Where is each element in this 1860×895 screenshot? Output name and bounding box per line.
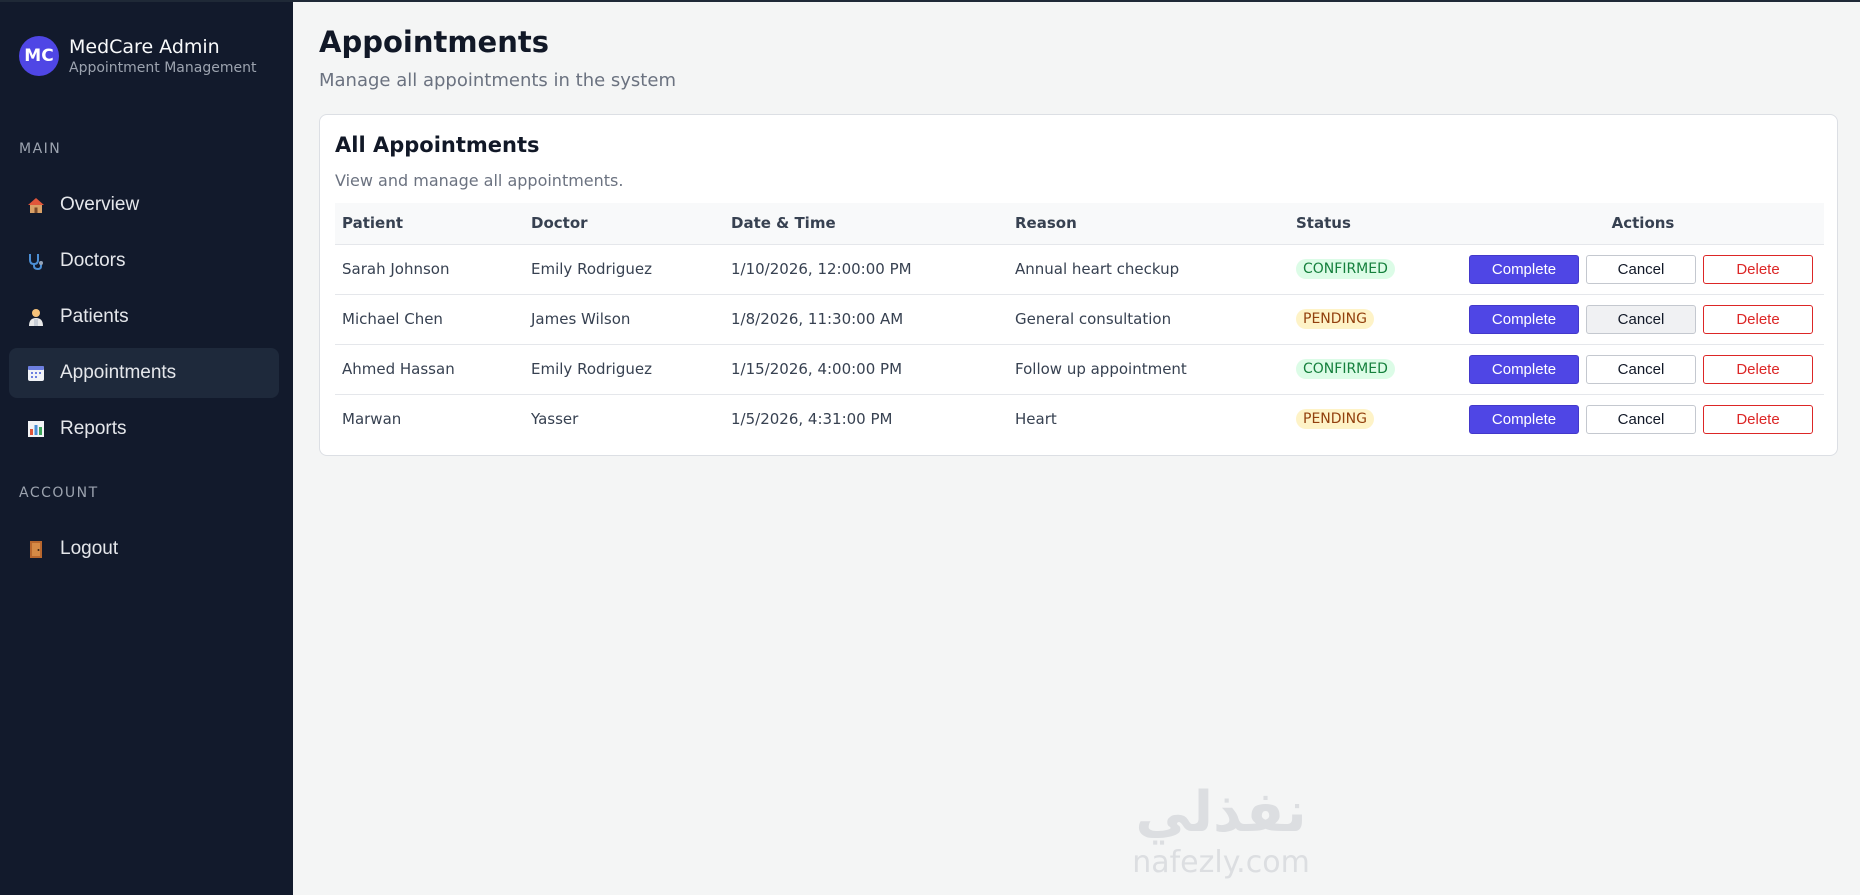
stethoscope-icon — [27, 252, 45, 270]
brand: MC MedCare Admin Appointment Management — [19, 35, 256, 77]
sidebar-item-overview[interactable]: Overview — [9, 180, 279, 230]
card-title: All Appointments — [335, 133, 540, 157]
sidebar-item-reports[interactable]: Reports — [9, 404, 279, 454]
table-row: Michael Chen James Wilson 1/8/2026, 11:3… — [335, 294, 1824, 344]
table-header-row: Patient Doctor Date & Time Reason Status… — [335, 203, 1824, 244]
complete-button[interactable]: Complete — [1469, 254, 1579, 284]
cell-patient: Marwan — [342, 410, 402, 429]
cell-patient: Ahmed Hassan — [342, 360, 455, 378]
delete-button[interactable]: Delete — [1703, 354, 1813, 384]
column-header-patient: Patient — [342, 214, 404, 233]
brand-subtitle: Appointment Management — [69, 60, 257, 76]
column-header-actions: Actions — [1611, 214, 1675, 233]
sidebar: MC MedCare Admin Appointment Management … — [0, 0, 293, 895]
logout-button[interactable]: Logout — [9, 524, 279, 574]
cell-datetime: 1/15/2026, 4:00:00 PM — [731, 360, 903, 378]
delete-button[interactable]: Delete — [1703, 254, 1813, 284]
watermark-latin: nafezly.com — [1132, 845, 1310, 880]
page-title: Appointments — [319, 25, 549, 59]
card-subtitle: View and manage all appointments. — [335, 171, 624, 190]
status-badge: PENDING — [1296, 409, 1374, 430]
row-actions: Complete Cancel Delete — [1469, 354, 1824, 384]
column-header-datetime: Date & Time — [731, 214, 836, 233]
watermark-arabic: نفذلي — [1135, 780, 1307, 845]
table-row: Ahmed Hassan Emily Rodriguez 1/15/2026, … — [335, 344, 1824, 394]
table-row: Sarah Johnson Emily Rodriguez 1/10/2026,… — [335, 244, 1824, 294]
page-subtitle: Manage all appointments in the system — [319, 70, 676, 91]
status-badge: CONFIRMED — [1296, 259, 1395, 279]
cell-reason: Heart — [1015, 410, 1057, 429]
cancel-button[interactable]: Cancel — [1586, 404, 1696, 434]
sidebar-item-label: Patients — [60, 306, 129, 327]
sidebar-item-label: Appointments — [60, 362, 177, 383]
sidebar-item-label: Overview — [60, 194, 140, 215]
table-row: Marwan Yasser 1/5/2026, 4:31:00 PM Heart… — [335, 394, 1824, 444]
status-badge: PENDING — [1296, 309, 1374, 329]
brand-title: MedCare Admin — [69, 36, 220, 58]
bar-chart-icon — [27, 420, 45, 438]
section-label-main: MAIN — [19, 141, 62, 157]
house-icon — [27, 196, 45, 214]
cell-doctor: James Wilson — [531, 310, 631, 328]
row-actions: Complete Cancel Delete — [1469, 304, 1824, 334]
cell-patient: Michael Chen — [342, 310, 443, 328]
cell-datetime: 1/5/2026, 4:31:00 PM — [731, 410, 893, 429]
appointments-table: Patient Doctor Date & Time Reason Status… — [335, 203, 1824, 444]
logout-label: Logout — [60, 538, 119, 559]
sidebar-item-patients[interactable]: Patients — [9, 292, 279, 342]
calendar-icon — [27, 364, 45, 382]
column-header-doctor: Doctor — [531, 214, 588, 233]
cell-doctor: Emily Rodriguez — [531, 360, 652, 378]
brand-avatar: MC — [19, 36, 59, 76]
sidebar-item-doctors[interactable]: Doctors — [9, 236, 279, 286]
status-badge: CONFIRMED — [1296, 359, 1395, 379]
delete-button[interactable]: Delete — [1703, 304, 1813, 334]
complete-button[interactable]: Complete — [1469, 354, 1579, 384]
sidebar-item-label: Reports — [60, 418, 127, 439]
row-actions: Complete Cancel Delete — [1469, 254, 1824, 284]
watermark: نفذلي nafezly.com — [1115, 780, 1327, 880]
delete-button[interactable]: Delete — [1703, 404, 1813, 434]
cell-patient: Sarah Johnson — [342, 260, 450, 278]
cancel-button[interactable]: Cancel — [1586, 304, 1696, 334]
cell-reason: General consultation — [1015, 310, 1172, 328]
complete-button[interactable]: Complete — [1469, 404, 1579, 434]
cell-reason: Follow up appointment — [1015, 360, 1187, 378]
person-icon — [27, 308, 45, 326]
cell-reason: Annual heart checkup — [1015, 260, 1180, 278]
cancel-button[interactable]: Cancel — [1586, 254, 1696, 284]
appointments-card: All Appointments View and manage all app… — [319, 114, 1838, 456]
column-header-status: Status — [1296, 214, 1351, 233]
cell-doctor: Emily Rodriguez — [531, 260, 652, 278]
door-icon — [27, 540, 45, 558]
row-actions: Complete Cancel Delete — [1469, 404, 1824, 434]
complete-button[interactable]: Complete — [1469, 304, 1579, 334]
sidebar-item-label: Doctors — [60, 250, 126, 271]
top-border — [0, 0, 1860, 2]
section-label-account: ACCOUNT — [19, 485, 99, 501]
cell-doctor: Yasser — [531, 410, 579, 429]
cell-datetime: 1/10/2026, 12:00:00 PM — [731, 260, 912, 278]
cell-datetime: 1/8/2026, 11:30:00 AM — [731, 310, 904, 328]
sidebar-item-appointments[interactable]: Appointments — [9, 348, 279, 398]
cancel-button[interactable]: Cancel — [1586, 354, 1696, 384]
main-content: Appointments Manage all appointments in … — [293, 0, 1860, 895]
column-header-reason: Reason — [1015, 214, 1077, 233]
